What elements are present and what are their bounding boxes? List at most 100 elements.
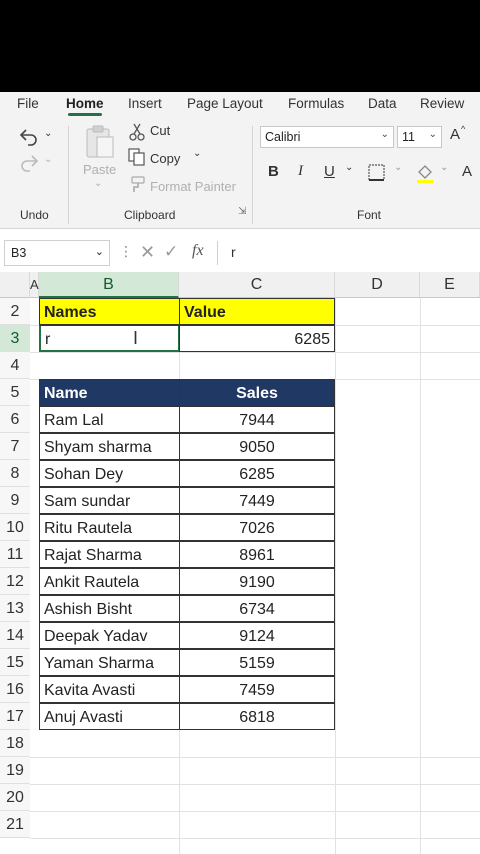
- grow-font-button[interactable]: A: [450, 126, 460, 143]
- confirm-entry-icon[interactable]: ✓: [164, 242, 178, 262]
- column-header-a[interactable]: A: [30, 272, 39, 298]
- cell-c3[interactable]: 6285: [179, 325, 335, 352]
- cancel-entry-icon[interactable]: ✕: [140, 242, 155, 263]
- table-cell-sales[interactable]: 7026: [179, 514, 335, 541]
- table-cell-sales[interactable]: 5159: [179, 649, 335, 676]
- table-header-sales[interactable]: Sales: [179, 379, 335, 406]
- paste-icon[interactable]: [84, 124, 116, 160]
- format-painter-icon[interactable]: [128, 175, 146, 193]
- cell-b2[interactable]: Names: [39, 298, 180, 325]
- table-cell-sales[interactable]: 9050: [179, 433, 335, 460]
- table-cell-sales[interactable]: 6818: [179, 703, 335, 730]
- row-header[interactable]: 19: [0, 757, 30, 784]
- table-cell-name[interactable]: Ashish Bisht: [39, 595, 180, 622]
- tab-page-layout[interactable]: Page Layout: [187, 96, 263, 111]
- cell-b3-active[interactable]: r: [39, 325, 180, 352]
- table-cell-name[interactable]: Ritu Rautela: [39, 514, 180, 541]
- worksheet-grid: A B C D E 2 3 4 5 6 7 8 9 10 11 12 13 14…: [0, 272, 480, 854]
- row-header[interactable]: 7: [0, 433, 30, 460]
- redo-icon[interactable]: [18, 152, 40, 172]
- cut-icon[interactable]: [129, 123, 145, 141]
- underline-button[interactable]: U: [324, 163, 335, 180]
- tab-file[interactable]: File: [17, 96, 39, 111]
- table-cell-sales[interactable]: 8961: [179, 541, 335, 568]
- underline-dropdown-icon[interactable]: ⌄: [345, 162, 353, 173]
- table-cell-name[interactable]: Sohan Dey: [39, 460, 180, 487]
- table-cell-sales[interactable]: 7459: [179, 676, 335, 703]
- column-header-d[interactable]: D: [335, 272, 420, 298]
- row-header[interactable]: 2: [0, 298, 30, 325]
- gridline: [335, 298, 336, 854]
- borders-icon[interactable]: [368, 164, 386, 182]
- insert-function-button[interactable]: fx: [192, 242, 204, 260]
- name-box[interactable]: B3 ⌄: [4, 240, 110, 266]
- table-cell-sales[interactable]: 9190: [179, 568, 335, 595]
- row-header[interactable]: 12: [0, 568, 30, 595]
- font-size-select[interactable]: 11 ⌄: [397, 126, 442, 148]
- row-header[interactable]: 21: [0, 811, 30, 838]
- undo-icon[interactable]: [18, 126, 40, 146]
- table-cell-name[interactable]: Yaman Sharma: [39, 649, 180, 676]
- table-cell-name[interactable]: Sam sundar: [39, 487, 180, 514]
- bold-button[interactable]: B: [268, 163, 279, 180]
- row-header[interactable]: 3: [0, 325, 30, 352]
- column-header-b[interactable]: B: [39, 272, 179, 298]
- table-cell-name[interactable]: Rajat Sharma: [39, 541, 180, 568]
- paste-dropdown-icon[interactable]: ⌄: [94, 178, 102, 189]
- column-header-c[interactable]: C: [179, 272, 335, 298]
- table-header-name[interactable]: Name: [39, 379, 180, 406]
- paste-button[interactable]: Paste: [83, 162, 116, 177]
- table-cell-sales[interactable]: 7449: [179, 487, 335, 514]
- tab-review[interactable]: Review: [420, 96, 464, 111]
- row-header[interactable]: 10: [0, 514, 30, 541]
- table-cell-sales[interactable]: 6734: [179, 595, 335, 622]
- tab-data[interactable]: Data: [368, 96, 397, 111]
- gridline: [30, 784, 480, 785]
- fill-color-dropdown-icon[interactable]: ⌄: [440, 162, 448, 173]
- row-header[interactable]: 11: [0, 541, 30, 568]
- select-all-corner[interactable]: [0, 272, 30, 298]
- tab-home[interactable]: Home: [66, 96, 104, 116]
- chevron-down-icon: ⌄: [380, 129, 389, 140]
- row-header[interactable]: 5: [0, 379, 30, 406]
- table-cell-name[interactable]: Anuj Avasti: [39, 703, 180, 730]
- row-header[interactable]: 17: [0, 703, 30, 730]
- table-cell-name[interactable]: Ram Lal: [39, 406, 180, 433]
- copy-icon[interactable]: [128, 148, 146, 166]
- font-color-button[interactable]: A: [462, 163, 472, 180]
- table-cell-name[interactable]: Kavita Avasti: [39, 676, 180, 703]
- column-header-e[interactable]: E: [420, 272, 480, 298]
- row-header[interactable]: 13: [0, 595, 30, 622]
- table-cell-name[interactable]: Ankit Rautela: [39, 568, 180, 595]
- row-header[interactable]: 15: [0, 649, 30, 676]
- row-header[interactable]: 4: [0, 352, 30, 379]
- copy-button[interactable]: Copy: [150, 151, 180, 166]
- tab-insert[interactable]: Insert: [128, 96, 162, 111]
- table-cell-name[interactable]: Shyam sharma: [39, 433, 180, 460]
- row-header[interactable]: 8: [0, 460, 30, 487]
- cut-button[interactable]: Cut: [150, 123, 170, 138]
- fill-color-icon[interactable]: [414, 162, 436, 184]
- clipboard-launcher-icon[interactable]: ⇲: [238, 206, 246, 217]
- table-cell-sales[interactable]: 9124: [179, 622, 335, 649]
- row-header[interactable]: 16: [0, 676, 30, 703]
- undo-dropdown-icon[interactable]: ⌄: [44, 128, 52, 139]
- borders-dropdown-icon[interactable]: ⌄: [394, 162, 402, 173]
- row-header[interactable]: 9: [0, 487, 30, 514]
- row-header[interactable]: 6: [0, 406, 30, 433]
- row-header[interactable]: 18: [0, 730, 30, 757]
- cell-c2[interactable]: Value: [179, 298, 335, 325]
- table-cell-name[interactable]: Deepak Yadav: [39, 622, 180, 649]
- table-cell-sales[interactable]: 6285: [179, 460, 335, 487]
- copy-dropdown-icon[interactable]: ⌄: [193, 148, 201, 159]
- row-header[interactable]: 14: [0, 622, 30, 649]
- table-cell-sales[interactable]: 7944: [179, 406, 335, 433]
- font-name-select[interactable]: Calibri ⌄: [260, 126, 394, 148]
- format-painter-button[interactable]: Format Painter: [150, 179, 236, 194]
- formula-input[interactable]: r: [231, 244, 236, 260]
- redo-dropdown-icon[interactable]: ⌄: [44, 154, 52, 165]
- italic-button[interactable]: I: [298, 163, 303, 180]
- tab-formulas[interactable]: Formulas: [288, 96, 344, 111]
- row-header[interactable]: 20: [0, 784, 30, 811]
- gridline: [30, 838, 480, 839]
